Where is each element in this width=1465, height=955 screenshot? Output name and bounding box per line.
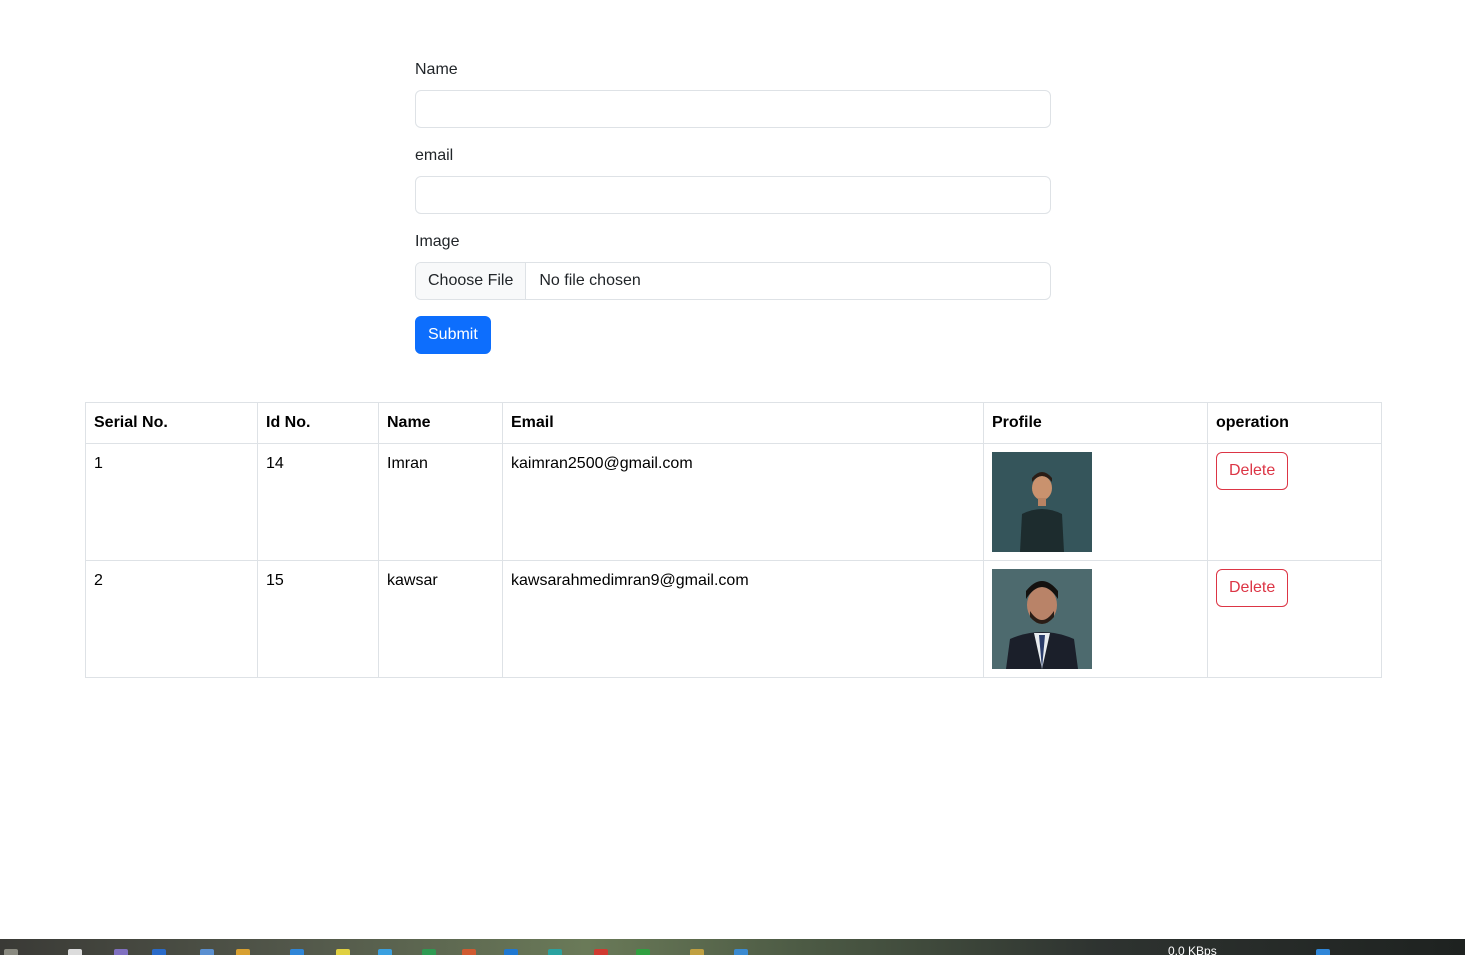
header-name: Name — [378, 402, 503, 444]
taskbar-app-icon[interactable] — [152, 949, 166, 955]
taskbar-app-icon[interactable] — [68, 949, 82, 955]
choose-file-button[interactable]: Choose File — [416, 263, 527, 299]
taskbar-app-icon[interactable] — [236, 949, 250, 955]
taskbar: 0.0 KBps — [0, 939, 1465, 955]
table-header-row: Serial No. Id No. Name Email Profile ope… — [85, 402, 1382, 444]
submit-button[interactable]: Submit — [415, 316, 491, 354]
header-operation: operation — [1207, 402, 1382, 444]
table-row: 2 15 kawsar kawsarahmedimran9@gmail.com — [85, 560, 1382, 678]
cell-name: kawsar — [378, 560, 503, 678]
header-id: Id No. — [257, 402, 379, 444]
cell-serial: 2 — [85, 560, 258, 678]
email-label: email — [415, 147, 454, 164]
taskbar-app-icon[interactable] — [1316, 949, 1330, 955]
header-email: Email — [502, 402, 984, 444]
taskbar-app-icon[interactable] — [548, 949, 562, 955]
cell-serial: 1 — [85, 443, 258, 561]
cell-id: 14 — [257, 443, 379, 561]
cell-operation: Delete — [1207, 560, 1382, 678]
cell-profile — [983, 560, 1208, 678]
cell-profile — [983, 443, 1208, 561]
network-speed-indicator: 0.0 KBps — [1168, 944, 1217, 955]
taskbar-app-icon[interactable] — [462, 949, 476, 955]
records-table-container: Serial No. Id No. Name Email Profile ope… — [85, 402, 1382, 678]
cell-operation: Delete — [1207, 443, 1382, 561]
taskbar-app-icon[interactable] — [290, 949, 304, 955]
delete-button[interactable]: Delete — [1216, 452, 1289, 490]
taskbar-app-icon[interactable] — [4, 949, 18, 955]
table-row: 1 14 Imran kaimran2500@gmail.com Delete — [85, 443, 1382, 561]
profile-photo — [992, 452, 1092, 552]
taskbar-app-icon[interactable] — [734, 949, 748, 955]
cell-name: Imran — [378, 443, 503, 561]
file-status-text: No file chosen — [539, 272, 641, 289]
taskbar-app-icon[interactable] — [336, 949, 350, 955]
taskbar-app-icon[interactable] — [594, 949, 608, 955]
header-profile: Profile — [983, 402, 1208, 444]
taskbar-app-icon[interactable] — [636, 949, 650, 955]
name-input[interactable] — [415, 90, 1051, 128]
records-table: Serial No. Id No. Name Email Profile ope… — [85, 402, 1382, 678]
cell-email: kawsarahmedimran9@gmail.com — [502, 560, 984, 678]
student-form: Name email Image Choose File No file cho… — [415, 58, 1051, 354]
taskbar-app-icon[interactable] — [504, 949, 518, 955]
taskbar-app-icon[interactable] — [422, 949, 436, 955]
taskbar-app-icon[interactable] — [200, 949, 214, 955]
profile-photo — [992, 569, 1092, 669]
cell-id: 15 — [257, 560, 379, 678]
email-input[interactable] — [415, 176, 1051, 214]
cell-email: kaimran2500@gmail.com — [502, 443, 984, 561]
delete-button[interactable]: Delete — [1216, 569, 1289, 607]
taskbar-app-icon[interactable] — [690, 949, 704, 955]
header-serial: Serial No. — [85, 402, 258, 444]
image-file-input[interactable]: Choose File No file chosen — [415, 262, 1051, 300]
name-label: Name — [415, 61, 458, 78]
taskbar-app-icon[interactable] — [114, 949, 128, 955]
image-label: Image — [415, 233, 460, 250]
taskbar-app-icon[interactable] — [378, 949, 392, 955]
